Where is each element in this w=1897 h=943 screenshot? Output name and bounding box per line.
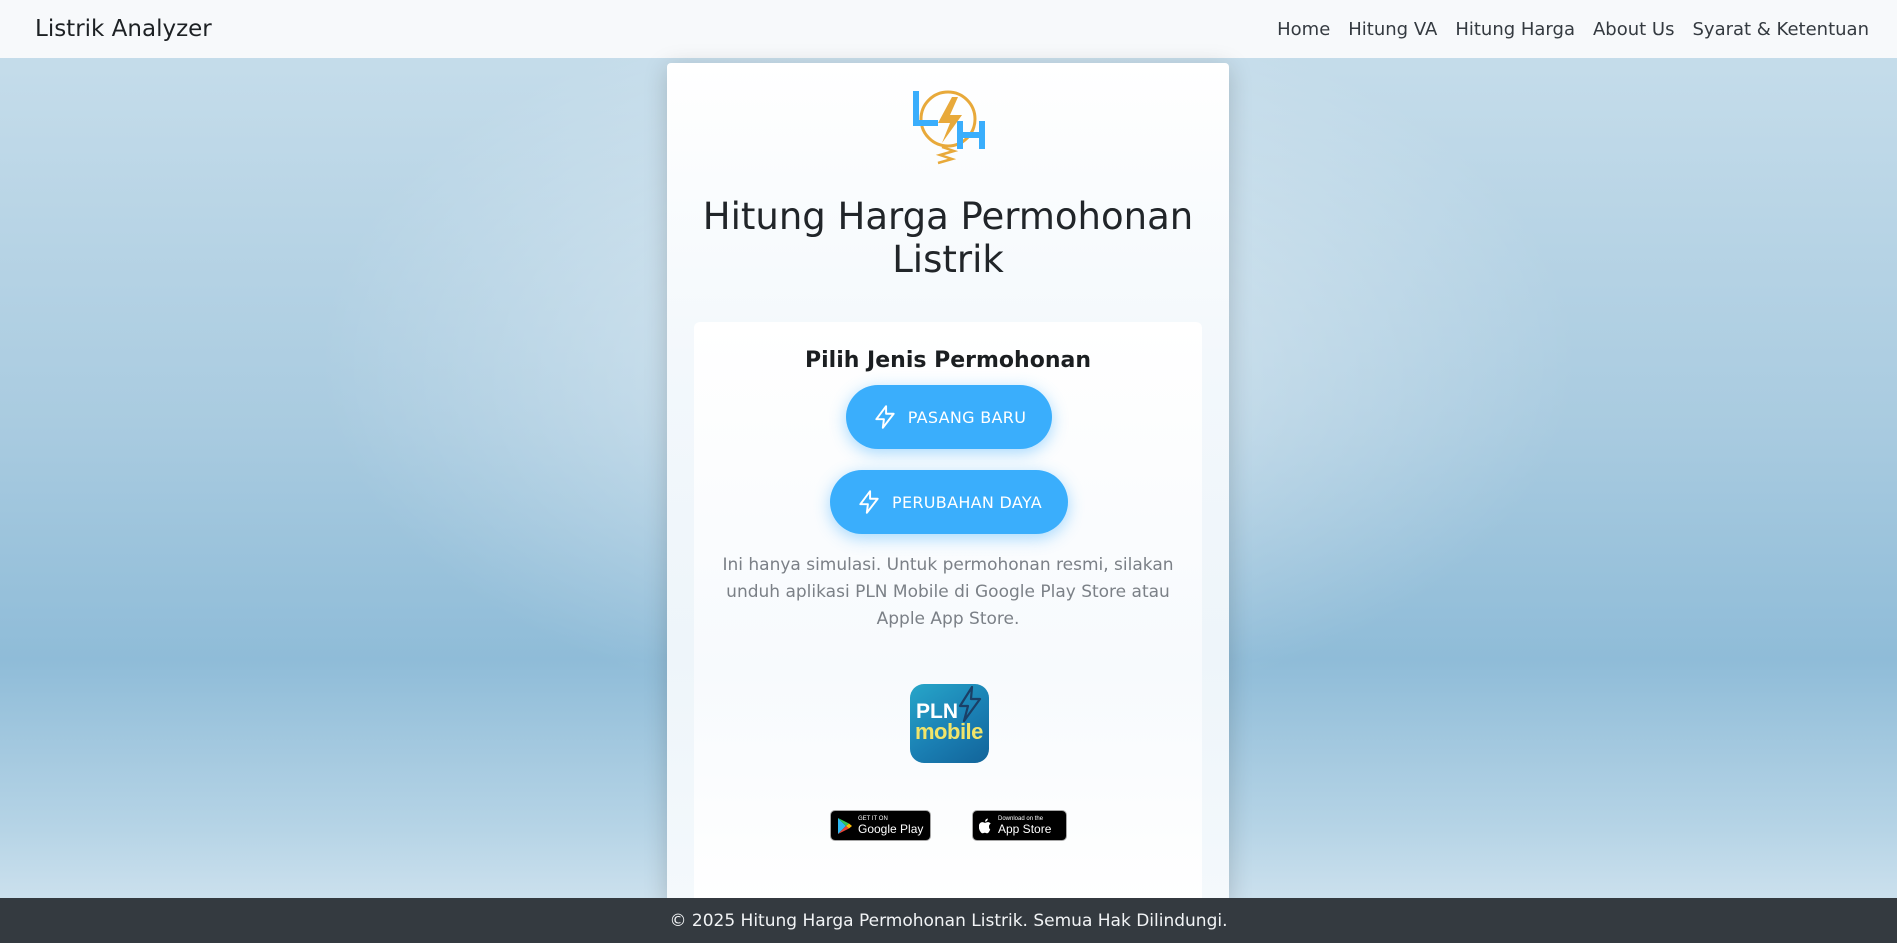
app-store-text: Download on the App Store <box>998 816 1051 836</box>
app-store-badge[interactable]: Download on the App Store <box>972 810 1067 841</box>
page-title: Hitung Harga Permohonan Listrik <box>702 195 1194 281</box>
app-store-big-text: App Store <box>998 821 1052 836</box>
pasang-baru-button[interactable]: PASANG BARU <box>846 385 1052 449</box>
footer-copyright: © 2025 Hitung Harga Permohonan Listrik. … <box>669 910 1228 931</box>
google-play-icon <box>838 817 852 834</box>
nav-link-hitung-harga[interactable]: Hitung Harga <box>1455 19 1575 40</box>
mobile-label: mobile <box>915 719 983 744</box>
lightning-icon <box>859 490 879 514</box>
lightning-icon <box>875 405 895 429</box>
pln-bolt-icon <box>958 686 982 722</box>
apple-icon <box>979 818 991 833</box>
perubahan-daya-button[interactable]: PERUBAHAN DAYA <box>830 470 1068 534</box>
section-title: Pilih Jenis Permohonan <box>804 348 1091 373</box>
simulation-note: Ini hanya simulasi. Untuk permohonan res… <box>722 555 1174 629</box>
pasang-baru-label: PASANG BARU <box>907 407 1027 427</box>
footer: © 2025 Hitung Harga Permohonan Listrik. … <box>0 898 1897 943</box>
google-play-text: GET IT ON Google Play <box>858 816 923 836</box>
nav-links: Home Hitung VA Hitung Harga About Us Sya… <box>1259 19 1869 40</box>
nav-link-home[interactable]: Home <box>1277 19 1330 40</box>
nav-link-hitung-va[interactable]: Hitung VA <box>1348 19 1437 40</box>
selection-panel: Pilih Jenis Permohonan PASANG BARU PERUB… <box>694 322 1202 905</box>
nav-link-about-us[interactable]: About Us <box>1593 19 1675 40</box>
app-logo <box>913 90 985 165</box>
navbar: Listrik Analyzer Home Hitung VA Hitung H… <box>0 0 1897 58</box>
brand-name[interactable]: Listrik Analyzer <box>35 16 212 42</box>
perubahan-daya-label: PERUBAHAN DAYA <box>892 492 1042 512</box>
pln-mobile-app-icon[interactable]: PLN mobile <box>910 684 989 763</box>
nav-link-syarat-ketentuan[interactable]: Syarat & Ketentuan <box>1692 19 1869 40</box>
main-card: Hitung Harga Permohonan Listrik Pilih Je… <box>667 63 1229 905</box>
google-play-badge[interactable]: GET IT ON Google Play <box>830 810 931 841</box>
google-play-big-text: Google Play <box>858 821 924 836</box>
